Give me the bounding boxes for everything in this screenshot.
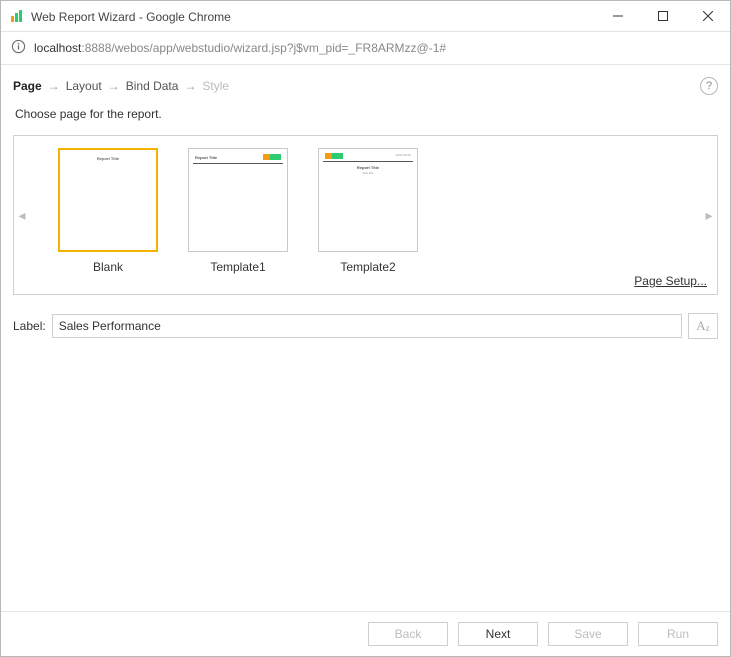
font-icon: A <box>696 318 705 334</box>
thumb-logo-icon <box>263 154 281 160</box>
minimize-icon <box>613 11 623 21</box>
run-button[interactable]: Run <box>638 622 718 646</box>
window-title: Web Report Wizard - Google Chrome <box>31 9 595 24</box>
page-subtitle: Choose page for the report. <box>15 107 718 121</box>
close-icon <box>703 11 713 21</box>
template-template1[interactable]: Report Title Template1 <box>188 148 288 294</box>
template-thumb-template1: Report Title <box>188 148 288 252</box>
app-bars-icon <box>9 8 25 24</box>
label-caption: Label: <box>13 319 46 333</box>
minimize-button[interactable] <box>595 1 640 31</box>
wizard-footer: Back Next Save Run <box>1 611 730 656</box>
template-caption: Template2 <box>340 260 395 274</box>
chevron-right-icon: ▸ <box>705 207 712 224</box>
thumb-rule <box>323 161 413 162</box>
template-blank[interactable]: Report Title Blank <box>58 148 158 294</box>
templates-panel: ◂ Report Title Blank Report Title Templa… <box>13 135 718 295</box>
page-setup-link[interactable]: Page Setup... <box>634 274 707 288</box>
step-arrow-icon: → <box>48 79 60 93</box>
next-button[interactable]: Next <box>458 622 538 646</box>
back-button[interactable]: Back <box>368 622 448 646</box>
wizard-steps: Page → Layout → Bind Data → Style ? <box>13 73 718 99</box>
label-row: Label: Az <box>13 313 718 339</box>
thumb-date: 0000-00-00 <box>396 153 411 157</box>
thumb-logo-icon <box>325 153 343 159</box>
help-button[interactable]: ? <box>700 77 718 95</box>
close-button[interactable] <box>685 1 730 31</box>
step-page[interactable]: Page <box>13 79 42 93</box>
templates-list: Report Title Blank Report Title Template… <box>30 136 701 294</box>
font-style-button[interactable]: Az <box>688 313 718 339</box>
step-bind-data[interactable]: Bind Data <box>126 79 179 93</box>
app-window: Web Report Wizard - Google Chrome <box>0 0 731 657</box>
step-arrow-icon: → <box>108 79 120 93</box>
template-template2[interactable]: 0000-00-00 Report Title Sub title Templa… <box>318 148 418 294</box>
titlebar: Web Report Wizard - Google Chrome <box>1 1 730 32</box>
template-caption: Blank <box>93 260 123 274</box>
templates-next-button[interactable]: ▸ <box>701 136 717 294</box>
maximize-button[interactable] <box>640 1 685 31</box>
url-path: :8888/webos/app/webstudio/wizard.jsp?j$v… <box>81 41 446 55</box>
template-thumb-template2: 0000-00-00 Report Title Sub title <box>318 148 418 252</box>
thumb-title: Report Title <box>319 165 417 170</box>
thumb-subtitle: Sub title <box>319 171 417 175</box>
thumb-rule <box>193 163 283 164</box>
label-input[interactable] <box>52 314 682 338</box>
step-layout[interactable]: Layout <box>66 79 102 93</box>
templates-prev-button[interactable]: ◂ <box>14 136 30 294</box>
chevron-left-icon: ◂ <box>18 207 25 224</box>
step-style: Style <box>202 79 229 93</box>
window-controls <box>595 1 730 31</box>
thumb-title: Report Title <box>195 155 217 160</box>
thumb-title: Report Title <box>60 156 156 161</box>
font-icon-small: z <box>706 323 710 333</box>
url-text[interactable]: localhost:8888/webos/app/webstudio/wizar… <box>34 41 446 55</box>
template-thumb-blank: Report Title <box>58 148 158 252</box>
step-arrow-icon: → <box>184 79 196 93</box>
address-bar: localhost:8888/webos/app/webstudio/wizar… <box>1 32 730 65</box>
url-host: localhost <box>34 41 81 55</box>
save-button[interactable]: Save <box>548 622 628 646</box>
maximize-icon <box>658 11 668 21</box>
wizard-body: Page → Layout → Bind Data → Style ? Choo… <box>1 65 730 611</box>
info-icon[interactable] <box>11 39 26 57</box>
template-caption: Template1 <box>210 260 265 274</box>
help-icon: ? <box>706 80 712 92</box>
